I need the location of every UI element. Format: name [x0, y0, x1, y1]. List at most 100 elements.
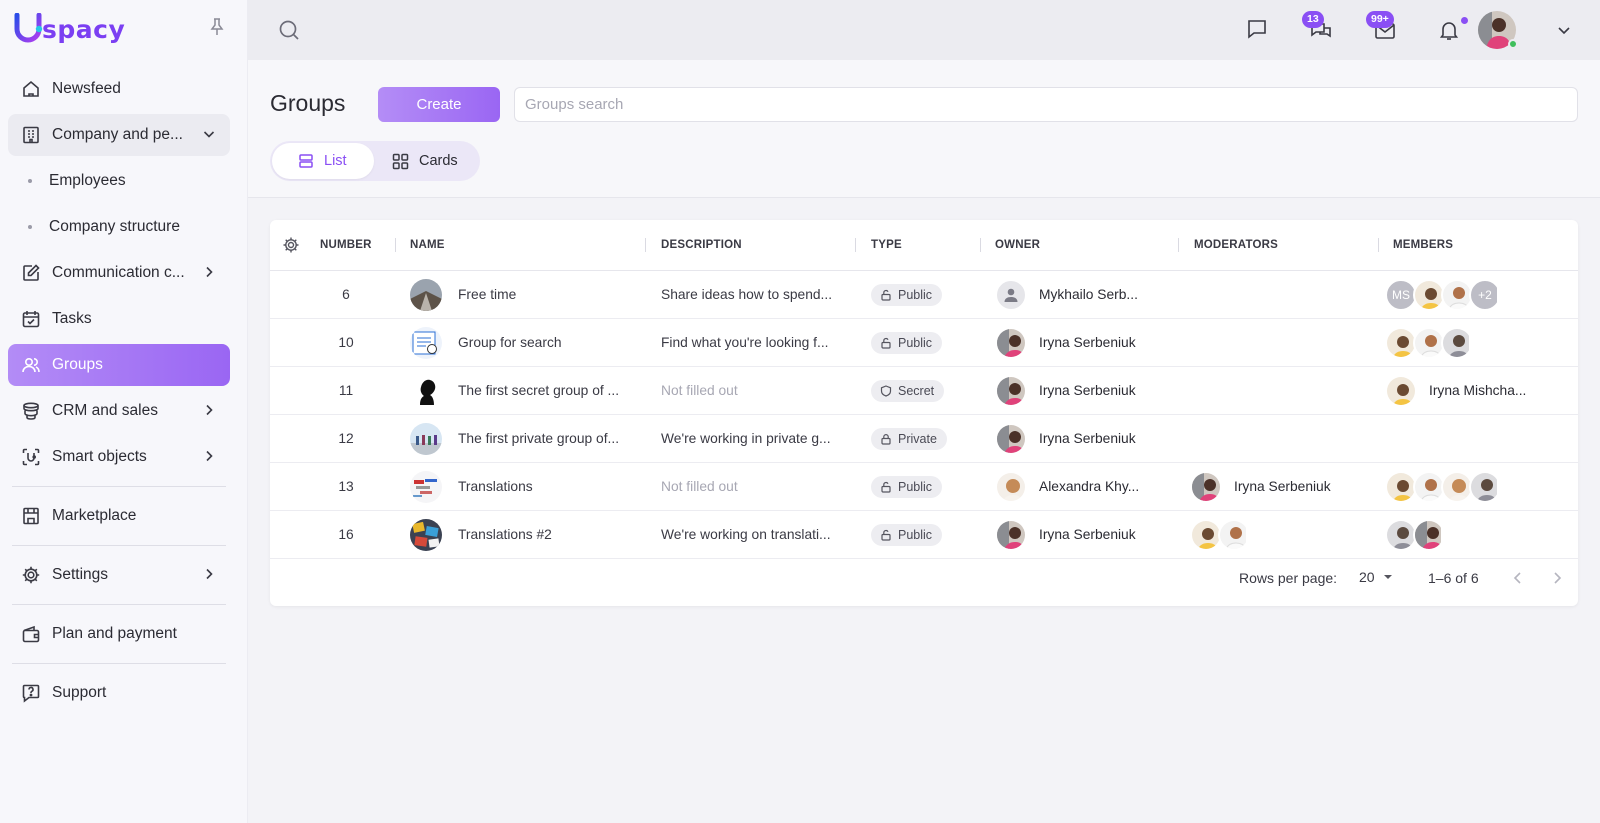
groups-search-input[interactable] — [514, 87, 1578, 122]
rows-per-page-value: 20 — [1359, 569, 1375, 585]
column-divider[interactable] — [1378, 238, 1379, 252]
bell-icon[interactable] — [1437, 18, 1461, 42]
owner-name[interactable]: Mykhailo Serb... — [1039, 287, 1138, 302]
group-name[interactable]: Group for search — [458, 335, 562, 350]
person-icon — [1004, 288, 1018, 302]
rows-per-page-select[interactable]: 20 — [1359, 569, 1395, 585]
tab-list[interactable]: List — [272, 143, 374, 179]
member-avatar[interactable] — [1413, 518, 1441, 551]
more-members-badge[interactable]: +2 — [1469, 278, 1497, 311]
chevron-left-icon[interactable] — [1510, 570, 1526, 586]
tab-label: Cards — [419, 153, 458, 169]
coins-stack-icon — [20, 400, 42, 422]
owner-avatar[interactable] — [995, 422, 1027, 455]
pin-icon[interactable] — [208, 17, 226, 37]
sidebar-item-settings[interactable]: Settings — [8, 554, 230, 596]
users-icon — [20, 354, 42, 376]
sidebar-item-newsfeed[interactable]: Newsfeed — [8, 68, 230, 110]
sidebar-item-support[interactable]: Support — [8, 672, 230, 714]
logo[interactable]: spacy — [14, 12, 125, 46]
column-header-type[interactable]: TYPE — [871, 239, 902, 251]
group-name[interactable]: Translations — [458, 479, 533, 494]
help-chat-icon — [20, 682, 42, 704]
moderator-avatar[interactable] — [1190, 470, 1222, 503]
chevron-down-icon[interactable] — [1556, 22, 1572, 38]
table-row[interactable]: 13 Translations Not filled out Public Al… — [270, 463, 1578, 511]
group-image — [410, 278, 442, 311]
sidebar-item-employees[interactable]: Employees — [8, 160, 230, 202]
table-row[interactable]: 12 The first private group of... We're w… — [270, 415, 1578, 463]
group-image — [410, 518, 442, 551]
search-icon[interactable] — [278, 19, 300, 41]
member-avatar[interactable] — [1469, 470, 1497, 503]
column-divider[interactable] — [395, 238, 396, 252]
tab-cards[interactable]: Cards — [392, 141, 458, 181]
sidebar-item-smart-objects[interactable]: Smart objects — [8, 436, 230, 478]
column-header-description[interactable]: DESCRIPTION — [661, 239, 742, 251]
table-header: NUMBER NAME DESCRIPTION TYPE OWNER MODER… — [270, 220, 1578, 271]
column-header-members[interactable]: MEMBERS — [1393, 239, 1453, 251]
lock-icon — [881, 433, 891, 445]
column-divider[interactable] — [855, 238, 856, 252]
create-button[interactable]: Create — [378, 87, 500, 122]
sidebar-item-label: CRM and sales — [52, 402, 158, 419]
sidebar-nav: Newsfeed Company and pe... Employees Com… — [8, 68, 230, 718]
chevron-right-icon[interactable] — [1549, 570, 1565, 586]
sidebar-item-label: Groups — [52, 356, 103, 373]
owner-avatar[interactable] — [995, 326, 1027, 359]
sidebar-item-groups[interactable]: Groups — [8, 344, 230, 386]
sidebar-item-company[interactable]: Company and pe... — [8, 114, 230, 156]
column-divider[interactable] — [645, 238, 646, 252]
sidebar-item-label: Newsfeed — [52, 80, 121, 97]
owner-avatar[interactable] — [995, 374, 1027, 407]
member-avatar[interactable] — [1441, 326, 1469, 359]
message-icon[interactable] — [1245, 17, 1269, 41]
group-name[interactable]: The first secret group of ... — [458, 383, 619, 398]
table-row[interactable]: 16 Translations #2 We're working on tran… — [270, 511, 1578, 559]
moderator-avatar[interactable] — [1218, 518, 1246, 551]
sidebar-item-label: Support — [52, 684, 107, 701]
owner-avatar[interactable] — [995, 518, 1027, 551]
gear-icon[interactable] — [282, 236, 300, 254]
group-name[interactable]: Free time — [458, 287, 516, 302]
moderator-name[interactable]: Iryna Serbeniuk — [1234, 479, 1331, 494]
sidebar: spacy Newsfeed Company and pe... Employe… — [0, 0, 248, 823]
owner-avatar[interactable] — [995, 470, 1027, 503]
sidebar-item-plan-payment[interactable]: Plan and payment — [8, 613, 230, 655]
lock-open-icon — [881, 289, 891, 301]
grid-icon — [392, 153, 409, 169]
cell-number: 11 — [338, 383, 354, 398]
column-header-name[interactable]: NAME — [410, 239, 445, 251]
topbar: 13 99+ — [248, 0, 1600, 60]
owner-name[interactable]: Iryna Serbeniuk — [1039, 383, 1136, 398]
chevron-right-icon — [206, 404, 213, 416]
owner-name[interactable]: Iryna Serbeniuk — [1039, 335, 1136, 350]
group-name[interactable]: Translations #2 — [458, 527, 552, 542]
table-row[interactable]: 11 The first secret group of ... Not fil… — [270, 367, 1578, 415]
column-header-owner[interactable]: OWNER — [995, 239, 1040, 251]
owner-name[interactable]: Alexandra Khy... — [1039, 479, 1139, 494]
owner-name[interactable]: Iryna Serbeniuk — [1039, 527, 1136, 542]
sidebar-item-company-structure[interactable]: Company structure — [8, 206, 230, 248]
member-name[interactable]: Iryna Mishcha... — [1429, 383, 1526, 398]
sidebar-item-label: Communication c... — [52, 264, 185, 281]
member-avatar[interactable] — [1385, 374, 1417, 407]
sidebar-item-communication[interactable]: Communication c... — [8, 252, 230, 294]
group-name[interactable]: The first private group of... — [458, 431, 619, 446]
table-row[interactable]: 10 Group for search Find what you're loo… — [270, 319, 1578, 367]
table-row[interactable]: 6 Free time Share ideas how to spend... … — [270, 271, 1578, 319]
group-image — [410, 374, 442, 407]
column-divider[interactable] — [1178, 238, 1179, 252]
owner-name[interactable]: Iryna Serbeniuk — [1039, 431, 1136, 446]
owner-avatar[interactable] — [995, 278, 1027, 311]
group-image — [410, 326, 442, 359]
column-header-number[interactable]: NUMBER — [320, 239, 372, 251]
sidebar-item-crm[interactable]: CRM and sales — [8, 390, 230, 432]
type-badge: Secret — [871, 379, 945, 402]
gear-icon — [20, 564, 42, 586]
wallet-icon — [20, 623, 42, 645]
sidebar-item-marketplace[interactable]: Marketplace — [8, 495, 230, 537]
column-divider[interactable] — [980, 238, 981, 252]
sidebar-item-tasks[interactable]: Tasks — [8, 298, 230, 340]
column-header-moderators[interactable]: MODERATORS — [1194, 239, 1278, 251]
